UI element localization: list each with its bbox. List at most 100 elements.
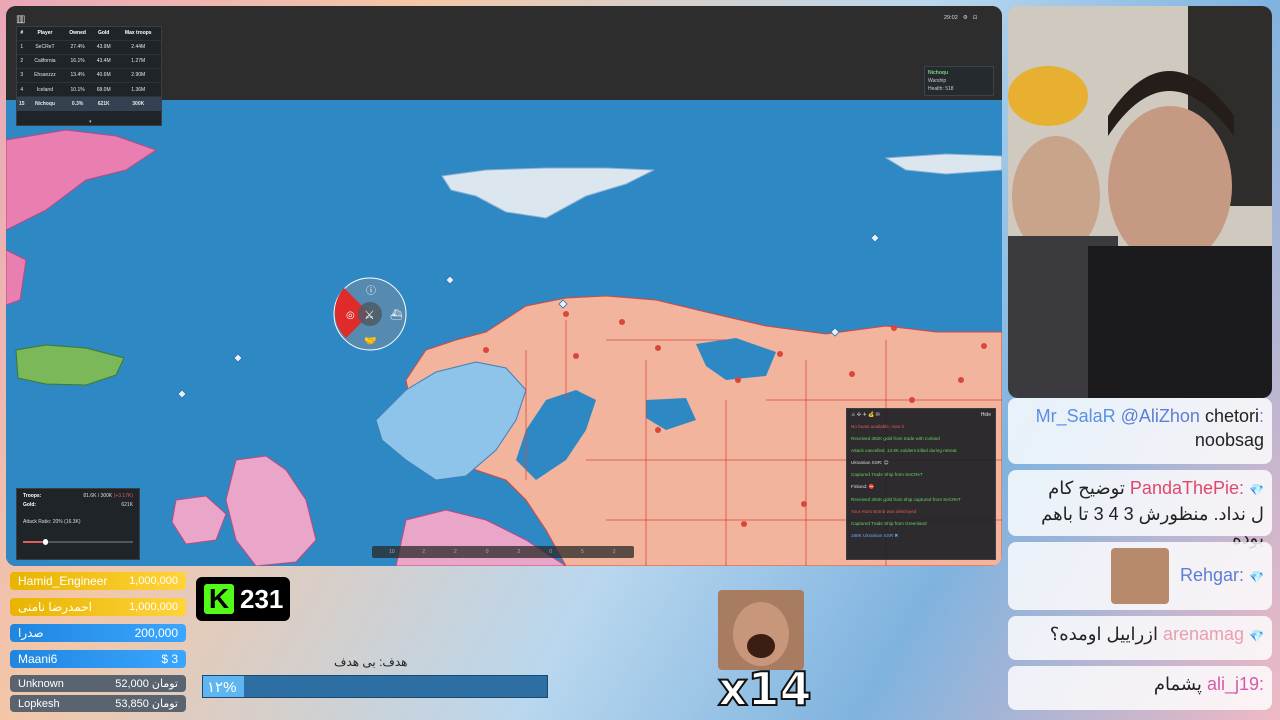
donor-name: Hamid_Engineer	[18, 574, 108, 588]
chat-text: ازراییل اومده؟	[1049, 624, 1158, 644]
webcam-feed	[1008, 6, 1272, 398]
chat-text: پشمام	[1153, 674, 1202, 694]
meme-multiplier: x14	[717, 661, 813, 717]
events-filter-icons[interactable]: ⚔ ✣ ✈ 💰 ✉	[851, 412, 880, 424]
donation-amount: $ 3	[161, 652, 178, 666]
donor-name: صدرا	[18, 626, 44, 640]
leaderboard-player: Nichoqu	[26, 96, 64, 111]
leaderboard-row[interactable]: 2 California 16.1% 43.4M 1.27M	[17, 53, 161, 69]
chat-line: 💎 arenamag ازراییل اومده؟	[1016, 622, 1264, 648]
leaderboard-header-gold[interactable]: Gold	[92, 27, 116, 40]
kick-counter: K 231	[196, 577, 290, 621]
chat-line: 💎 :Rehgar	[1016, 548, 1264, 604]
gold-row: Gold: 621K	[23, 502, 133, 511]
kick-count: 231	[240, 583, 284, 614]
leaderboard-header-rank[interactable]: #	[17, 27, 26, 40]
troops-row: Troops: 81.6K / 300K (+3.17K)	[23, 493, 133, 502]
leaderboard-row[interactable]: 4 Iceland 10.1% 68.0M 1.36M	[17, 82, 161, 97]
leaderboard-troops: 1.36M	[115, 82, 161, 97]
build-silo-button[interactable]: 2	[505, 549, 533, 555]
leaderboard-owned: 13.4%	[63, 67, 92, 83]
attack-ratio-fill	[23, 541, 45, 543]
leaderboard-gold: 43.4M	[91, 53, 116, 69]
troops-delta: (+3.17K)	[113, 493, 133, 499]
donation-entry: Maani6 $ 3	[10, 650, 186, 668]
attack-ratio-slider[interactable]	[23, 539, 133, 545]
troops-value: 81.6K / 300K	[83, 493, 113, 499]
events-header: ⚔ ✣ ✈ 💰 ✉ Hide	[851, 412, 991, 424]
donation-amount: 200,000	[134, 626, 178, 640]
leaderboard-player: California	[26, 53, 64, 69]
event-item: Received 382K gold from trade with Icela…	[851, 436, 940, 442]
laughing-emote-icon	[1110, 548, 1169, 604]
territory-west	[6, 129, 158, 231]
build-bomb-button[interactable]: 2	[600, 549, 628, 555]
chat-message: :Mr_SalaR @AliZhon chetori noobsag	[1008, 398, 1272, 464]
attack-ratio-handle[interactable]	[43, 539, 48, 545]
build-action-bar: 10 2 2 0 2 0 5 2	[372, 546, 634, 558]
events-hide-button[interactable]: Hide	[981, 412, 991, 424]
build-city-button[interactable]: 10	[378, 549, 406, 555]
leaderboard-owned: 16.1%	[63, 53, 92, 69]
target-icon: ◎	[346, 310, 355, 321]
build-factory-button[interactable]: 2	[410, 549, 438, 555]
chat-username[interactable]: :PandaThePie	[1130, 478, 1244, 498]
event-item: Your Atom Bomb was destroyed	[851, 508, 917, 514]
leaderboard-rank: 3	[17, 67, 27, 83]
leaderboard-rank: 1	[17, 39, 27, 55]
event-item: Captured Trade Ship from Greenland	[851, 520, 927, 526]
build-sam-button[interactable]: 0	[537, 549, 565, 555]
leaderboard-expand-icon[interactable]: ▾	[89, 119, 92, 125]
donation-amount: 52,000 تومان	[115, 678, 178, 690]
gold-label: Gold:	[23, 502, 37, 508]
chat-line: 💎 :PandaThePie توضیح کام	[1016, 476, 1264, 502]
attack-ratio-row: Attack Ratio: 20% (16.3K)	[23, 519, 133, 528]
chat-text: chetori	[1204, 406, 1259, 426]
chat-text: noobsag	[1194, 430, 1264, 450]
donor-name: Unknown	[18, 677, 64, 690]
leaderboard-row-self[interactable]: 15 Nichoqu 0.3% 621K 300K	[17, 96, 161, 111]
leaderboard-rank: 4	[17, 82, 27, 97]
event-item: 198K Ukrainian SSR ✖	[851, 532, 899, 538]
event-item: No boats available, max 3	[851, 424, 904, 429]
info-icon: ⓘ	[366, 285, 376, 297]
build-port-button[interactable]: 2	[442, 549, 470, 555]
chat-text: توضیح کام	[1048, 478, 1125, 498]
chat-username[interactable]: arenamag	[1163, 624, 1244, 644]
exit-icon[interactable]: ⊡	[973, 15, 978, 21]
build-defense-button[interactable]: 0	[473, 549, 501, 555]
chat-username[interactable]: :ali_j19	[1207, 674, 1264, 694]
leaderboard-row[interactable]: 1 SeCReT 27.4% 43.9M 2.44M	[17, 39, 161, 55]
leaderboard-player: Iceland	[26, 82, 64, 97]
leaderboard-gold: 43.9M	[91, 39, 116, 55]
radial-action-menu[interactable]: ⓘ ⚔ ⛴ 🤝 ◎	[332, 276, 408, 352]
gold-value: 621K	[121, 502, 133, 508]
leaderboard-owned: 10.1%	[63, 82, 92, 97]
build-warship-button[interactable]: 5	[569, 549, 597, 555]
donor-name: Maani6	[18, 652, 58, 666]
chat-line: :Mr_SalaR @AliZhon chetori	[1016, 404, 1264, 428]
leaderboard-header-troops[interactable]: Max troops	[116, 27, 161, 40]
chat-username[interactable]: :Rehgar	[1180, 565, 1244, 585]
donor-name: احمدرضا نامنی	[18, 600, 93, 614]
chat-mention[interactable]: @AliZhon	[1121, 406, 1200, 426]
stats-chart-icon[interactable]: ▥	[16, 14, 25, 25]
leaderboard-owned: 0.3%	[63, 96, 92, 111]
chat-message: :ali_j19 پشمام	[1008, 666, 1272, 710]
leaderboard-row[interactable]: 3 Ehsanzzz 13.4% 40.6M 2.90M	[17, 67, 161, 83]
donation-entry: Hamid_Engineer 1,000,000	[10, 572, 186, 590]
leaderboard-header-owned[interactable]: Owned	[63, 27, 91, 40]
player-stats-panel: Troops: 81.6K / 300K (+3.17K) Gold: 621K…	[16, 488, 140, 560]
sword-icon: ⚔	[364, 308, 375, 322]
settings-gear-icon[interactable]: ⚙	[963, 15, 968, 21]
event-item: Attack cancelled, 13.8K soldiers killed …	[851, 448, 958, 454]
troops-label: Troops:	[23, 493, 42, 499]
leaderboard-troops: 300K	[115, 96, 161, 111]
leaderboard-header-player[interactable]: Player	[26, 27, 63, 40]
kick-logo-icon: K	[204, 583, 234, 614]
target-type: Warship	[928, 78, 947, 84]
leaderboard-troops: 1.27M	[115, 53, 161, 69]
game-window[interactable]: ▥ # Player Owned Gold Max troops 1 SeCRe…	[6, 6, 1002, 566]
leaderboard: # Player Owned Gold Max troops 1 SeCReT …	[16, 26, 162, 126]
territory-northeast	[884, 153, 1002, 175]
